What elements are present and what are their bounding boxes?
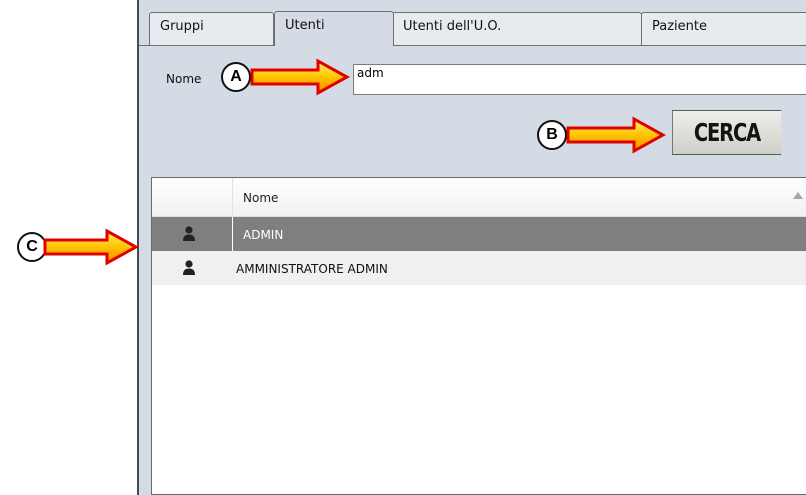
tab-label: Utenti <box>285 18 325 33</box>
annotation-badge-a: A <box>221 62 251 92</box>
user-icon <box>183 260 195 275</box>
tab-strip-border <box>139 45 806 46</box>
list-header: Nome <box>152 178 806 217</box>
row-label: ADMIN <box>243 228 284 242</box>
user-icon <box>183 226 195 241</box>
annotation-badge-b: B <box>537 120 567 150</box>
tab-gruppi[interactable]: Gruppi <box>149 12 274 45</box>
header-divider <box>232 178 233 216</box>
search-input[interactable] <box>353 64 806 95</box>
arrow-right-icon <box>250 58 350 96</box>
tab-label: Gruppi <box>160 19 204 34</box>
arrow-right-icon <box>43 228 139 266</box>
tab-paziente[interactable]: Paziente <box>641 12 806 45</box>
list-item[interactable]: AMMINISTRATORE ADMIN <box>152 251 806 285</box>
tab-utenti-uo[interactable]: Utenti dell'U.O. <box>392 12 642 45</box>
search-label: Nome <box>166 72 202 86</box>
arrow-right-icon <box>566 116 666 154</box>
cerca-button[interactable]: CERCA <box>672 110 782 155</box>
tab-label: Paziente <box>652 19 707 34</box>
list-item[interactable]: ADMIN <box>152 217 806 251</box>
column-header-nome[interactable]: Nome <box>243 191 278 205</box>
tab-utenti[interactable]: Utenti <box>274 11 394 46</box>
sort-ascending-icon[interactable] <box>793 192 803 199</box>
row-label: AMMINISTRATORE ADMIN <box>236 262 388 276</box>
tab-label: Utenti dell'U.O. <box>403 19 502 34</box>
column-divider <box>232 217 233 251</box>
users-list: Nome ADMIN AMMINISTRATORE ADMIN <box>151 177 806 495</box>
